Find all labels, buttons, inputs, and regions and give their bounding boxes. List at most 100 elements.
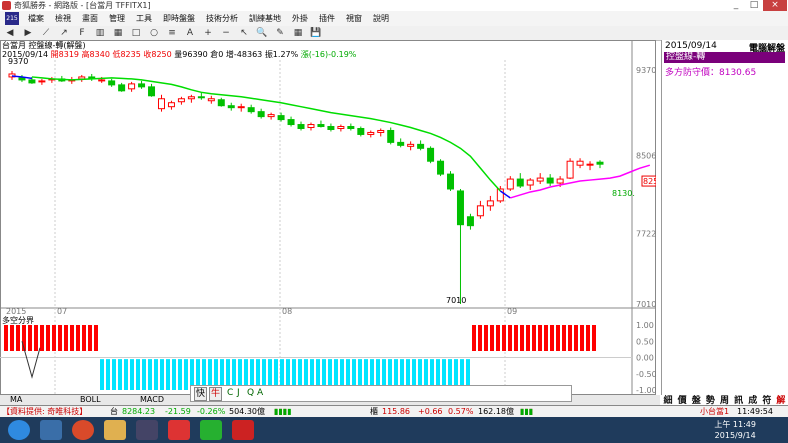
menu-item-5[interactable]: 即時盤盤 bbox=[163, 11, 195, 26]
menu-item-3[interactable]: 管理 bbox=[109, 11, 125, 26]
menu-item-8[interactable]: 外掛 bbox=[292, 11, 308, 26]
bull-bar bbox=[544, 325, 548, 351]
price-tag: 8250 bbox=[643, 177, 656, 186]
draw-line-icon[interactable]: ⟋ bbox=[40, 27, 52, 39]
right-tab-3[interactable]: 勢 bbox=[706, 393, 715, 406]
bear-bar bbox=[184, 359, 188, 390]
bull-key[interactable]: 牛 bbox=[209, 387, 223, 401]
back-icon[interactable]: ◀ bbox=[4, 27, 16, 39]
right-tab-6[interactable]: 成 bbox=[748, 393, 757, 406]
close-button[interactable]: × bbox=[763, 0, 787, 11]
right-tab-2[interactable]: 盤 bbox=[692, 393, 701, 406]
system-clock[interactable]: 上午 11:49 2015/9/14 bbox=[714, 419, 756, 441]
candle-body bbox=[377, 129, 385, 133]
menu-item-9[interactable]: 插件 bbox=[319, 11, 335, 26]
layout-icon[interactable]: ▦ bbox=[292, 27, 304, 39]
right-tab-1[interactable]: 價 bbox=[678, 393, 687, 406]
defense-price: 多方防守價：8130.65 bbox=[665, 68, 757, 78]
menu-item-4[interactable]: 工具 bbox=[136, 11, 152, 26]
bear-bar bbox=[160, 359, 164, 390]
bear-bar bbox=[166, 359, 170, 390]
bull-bar bbox=[58, 325, 62, 351]
line-icon[interactable] bbox=[200, 420, 222, 440]
bull-bar bbox=[526, 325, 530, 351]
bear-bar bbox=[154, 359, 158, 390]
bear-bar bbox=[118, 359, 122, 390]
selected-line[interactable]: 控盤線-轉 bbox=[664, 52, 785, 63]
chart-panel[interactable]: 9370850677227010201507080993707010825081… bbox=[0, 40, 656, 395]
menu-item-1[interactable]: 檢視 bbox=[55, 11, 71, 26]
tab-ma[interactable]: MA bbox=[10, 395, 22, 405]
right-tab-5[interactable]: 訊 bbox=[734, 393, 743, 406]
arrow-icon[interactable]: ↗ bbox=[58, 27, 70, 39]
menu-item-6[interactable]: 技術分析 bbox=[206, 11, 238, 26]
bull-bar bbox=[580, 325, 584, 351]
quick-j[interactable]: J bbox=[237, 387, 240, 399]
candle-body bbox=[247, 107, 255, 113]
fibonacci-icon[interactable]: F bbox=[76, 27, 88, 39]
font-icon[interactable]: ≡ bbox=[166, 27, 178, 39]
zoom-in-icon[interactable]: + bbox=[202, 27, 214, 39]
settings-icon[interactable]: ✎ bbox=[274, 27, 286, 39]
zoom-out-icon[interactable]: − bbox=[220, 27, 232, 39]
media-icon[interactable] bbox=[136, 420, 158, 440]
bar-chart-icon[interactable]: ▥ bbox=[94, 27, 106, 39]
menu-item-7[interactable]: 訓練基地 bbox=[249, 11, 281, 26]
right-tab-7[interactable]: 符 bbox=[762, 393, 771, 406]
tab-macd[interactable]: MACD bbox=[140, 395, 164, 405]
bear-bar bbox=[142, 359, 146, 390]
save-icon[interactable]: 💾 bbox=[310, 27, 322, 39]
ie-icon[interactable] bbox=[40, 420, 62, 440]
menu-item-11[interactable]: 說明 bbox=[373, 11, 389, 26]
bull-bar bbox=[94, 325, 98, 351]
time-tick: 09 bbox=[507, 307, 517, 316]
quick-key[interactable]: 快 bbox=[194, 387, 208, 401]
bull-bar bbox=[562, 325, 566, 351]
bull-bar bbox=[592, 325, 596, 351]
quick-a[interactable]: A bbox=[257, 387, 263, 399]
bear-bar bbox=[112, 359, 116, 390]
candle-body bbox=[447, 173, 455, 190]
right-tab-4[interactable]: 周 bbox=[720, 393, 729, 406]
explorer-icon[interactable] bbox=[104, 420, 126, 440]
pointer-icon[interactable]: ↖ bbox=[238, 27, 250, 39]
time-tick: 08 bbox=[282, 307, 292, 316]
tab-boll[interactable]: BOLL bbox=[80, 395, 101, 405]
candle-body bbox=[227, 105, 235, 109]
candle-body bbox=[157, 98, 165, 110]
candlestick-chart[interactable]: 9370850677227010201507080993707010825081… bbox=[0, 40, 656, 395]
trading-app-icon[interactable] bbox=[232, 420, 254, 440]
candle-body bbox=[417, 143, 425, 149]
candle-body bbox=[486, 200, 494, 207]
candle-body bbox=[576, 160, 584, 166]
maximize-button[interactable]: □ bbox=[745, 0, 763, 11]
quick-key-box[interactable]: 快 牛 C J Q A bbox=[190, 385, 572, 402]
menu-item-0[interactable]: 檔案 bbox=[28, 11, 44, 26]
right-tab-8[interactable]: 解 bbox=[776, 393, 785, 406]
text-A-icon[interactable]: A bbox=[184, 27, 196, 39]
menu-items: 檔案 檢視 畫面 管理 工具 即時盤盤 技術分析 訓練基地 外掛 插件 視窗 說明 bbox=[28, 11, 400, 26]
right-tab-0[interactable]: 細 bbox=[664, 393, 673, 406]
quick-q[interactable]: Q bbox=[247, 387, 254, 399]
grid-icon[interactable]: ▦ bbox=[112, 27, 124, 39]
candle-body bbox=[267, 114, 275, 118]
quick-c[interactable]: C bbox=[227, 387, 233, 399]
app-icon-red[interactable] bbox=[168, 420, 190, 440]
candle-body bbox=[427, 147, 435, 162]
minimize-button[interactable]: _ bbox=[727, 0, 745, 11]
bull-bar bbox=[34, 325, 38, 351]
rectangle-icon[interactable]: □ bbox=[130, 27, 142, 39]
magnify-icon[interactable]: 🔍 bbox=[256, 27, 268, 39]
quote-change: 漲(-16)-0.19% bbox=[300, 50, 357, 59]
ellipse-icon[interactable]: ○ bbox=[148, 27, 160, 39]
chrome-icon[interactable] bbox=[72, 420, 94, 440]
time-tick: 07 bbox=[57, 307, 67, 316]
menu-item-2[interactable]: 畫面 bbox=[82, 11, 98, 26]
start-button[interactable] bbox=[8, 420, 30, 440]
bull-bar bbox=[10, 325, 14, 351]
sub-axis-tick: 0.50 bbox=[636, 337, 654, 346]
bull-bar bbox=[478, 325, 482, 351]
candle-body bbox=[287, 119, 295, 126]
forward-icon[interactable]: ▶ bbox=[22, 27, 34, 39]
menu-item-10[interactable]: 視窗 bbox=[346, 11, 362, 26]
